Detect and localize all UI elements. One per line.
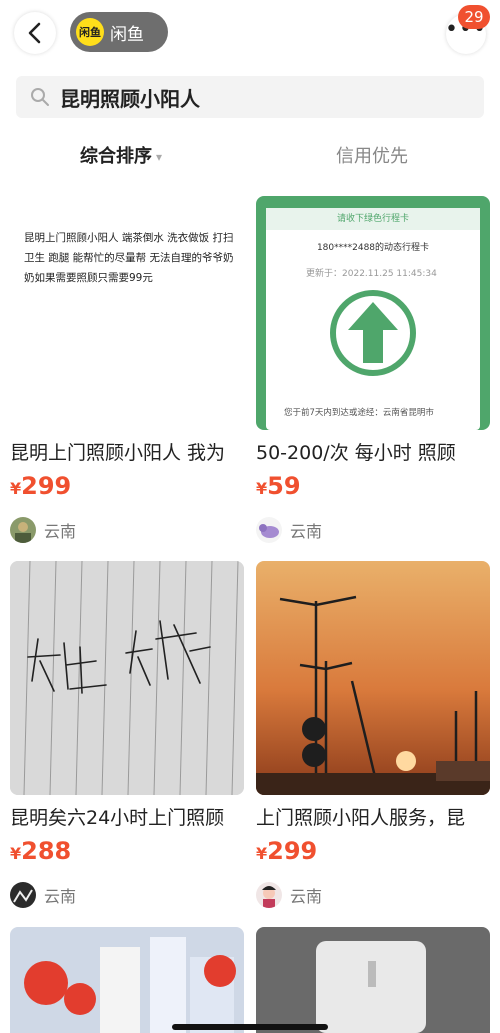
price-value: 299	[21, 472, 72, 500]
handwritten-note-image	[10, 561, 244, 795]
product-image: 昆明上门照顾小阳人 端茶倒水 洗衣做饭 打扫卫生 跑腿 能帮忙的尽量帮 无法自理…	[10, 196, 244, 430]
itinerary-time: 更新于：2022.11.25 11:45:34	[306, 266, 476, 279]
back-button[interactable]	[14, 12, 56, 54]
top-bar: 闲鱼 闲鱼 ••• 29	[0, 0, 500, 66]
product-price: ¥59	[256, 472, 490, 502]
itinerary-time-value: 2022.11.25 11:45:34	[342, 269, 437, 279]
product-image	[10, 927, 244, 1033]
search-results-page: 闲鱼 闲鱼 ••• 29 昆明照顾小阳人 综合排序 ▾ 信用优先 昆明上门照顾小阳…	[0, 0, 500, 1033]
product-image-note-text: 昆明上门照顾小阳人 端茶倒水 洗衣做饭 打扫卫生 跑腿 能帮忙的尽量帮 无法自理…	[24, 232, 234, 284]
price-value: 299	[267, 837, 318, 865]
product-image	[256, 561, 490, 795]
product-image	[10, 561, 244, 795]
seller-avatar[interactable]	[10, 882, 36, 908]
itinerary-time-label: 更新于：	[306, 269, 343, 279]
currency-symbol: ¥	[256, 844, 268, 863]
seller-avatar[interactable]	[256, 517, 282, 543]
itinerary-phone: 180****2488的动态行程卡	[316, 243, 430, 253]
app-name: 闲鱼	[110, 24, 144, 45]
itinerary-card-header: 请收下绿色行程卡	[266, 208, 480, 230]
tab-credit-first[interactable]: 信用优先	[336, 142, 408, 168]
product-card[interactable]	[10, 927, 244, 1033]
sunset-street-image	[256, 561, 490, 795]
chevron-left-icon	[28, 22, 41, 44]
currency-symbol: ¥	[10, 844, 22, 863]
product-title: 50-200/次 每小时 照顾	[256, 442, 456, 464]
price-value: 59	[267, 472, 301, 500]
product-card[interactable]: 请收下绿色行程卡 180****2488的动态行程卡 更新于：2022.11.2…	[256, 196, 490, 544]
location-text: 云南	[44, 522, 77, 541]
product-card[interactable]	[256, 927, 490, 1033]
seller-location: 云南	[256, 516, 490, 544]
product-price: ¥299	[10, 472, 244, 502]
tab-comprehensive-sort[interactable]: 综合排序 ▾	[80, 142, 162, 168]
chevron-down-icon: ▾	[156, 150, 163, 164]
product-price: ¥288	[10, 837, 244, 867]
location-text: 云南	[44, 887, 77, 906]
seller-avatar[interactable]	[10, 517, 36, 543]
product-image-partial	[256, 927, 490, 1033]
notification-badge: 29	[458, 5, 490, 29]
product-title: 昆明矣六24小时上门照顾	[10, 807, 225, 829]
location-text: 云南	[290, 887, 323, 906]
product-title: 上门照顾小阳人服务，昆	[256, 807, 466, 829]
seller-location: 云南	[256, 881, 490, 909]
currency-symbol: ¥	[10, 479, 22, 498]
product-image-partial	[10, 927, 244, 1033]
location-text: 云南	[290, 522, 323, 541]
price-value: 288	[21, 837, 72, 865]
search-icon	[31, 88, 49, 106]
seller-location: 云南	[10, 516, 244, 544]
app-switcher-pill[interactable]: 闲鱼 闲鱼	[70, 12, 168, 52]
product-card[interactable]: 昆明上门照顾小阳人 端茶倒水 洗衣做饭 打扫卫生 跑腿 能帮忙的尽量帮 无法自理…	[10, 196, 244, 544]
xianyu-logo-icon: 闲鱼	[76, 18, 104, 46]
product-title: 昆明上门照顾小阳人 我为	[10, 442, 226, 464]
search-bar[interactable]: 昆明照顾小阳人	[16, 76, 484, 118]
product-card[interactable]: 昆明矣六24小时上门照顾 ¥288 云南	[10, 561, 244, 909]
itinerary-footer: 您于前7天内到达或途经：云南省昆明市	[284, 408, 434, 418]
tab-comprehensive-label: 综合排序	[80, 146, 152, 167]
product-card[interactable]: 上门照顾小阳人服务，昆 ¥299 云南	[256, 561, 490, 909]
currency-symbol: ¥	[256, 479, 268, 498]
product-image	[256, 927, 490, 1033]
product-image: 请收下绿色行程卡 180****2488的动态行程卡 更新于：2022.11.2…	[256, 196, 490, 430]
itinerary-card-image: 请收下绿色行程卡 180****2488的动态行程卡 更新于：2022.11.2…	[266, 208, 480, 430]
home-indicator	[172, 1024, 328, 1030]
green-arrow-icon	[330, 290, 416, 376]
seller-location: 云南	[10, 881, 244, 909]
search-query: 昆明照顾小阳人	[60, 86, 200, 111]
seller-avatar[interactable]	[256, 882, 282, 908]
sort-tabs: 综合排序 ▾ 信用优先	[0, 134, 500, 178]
product-price: ¥299	[256, 837, 490, 867]
